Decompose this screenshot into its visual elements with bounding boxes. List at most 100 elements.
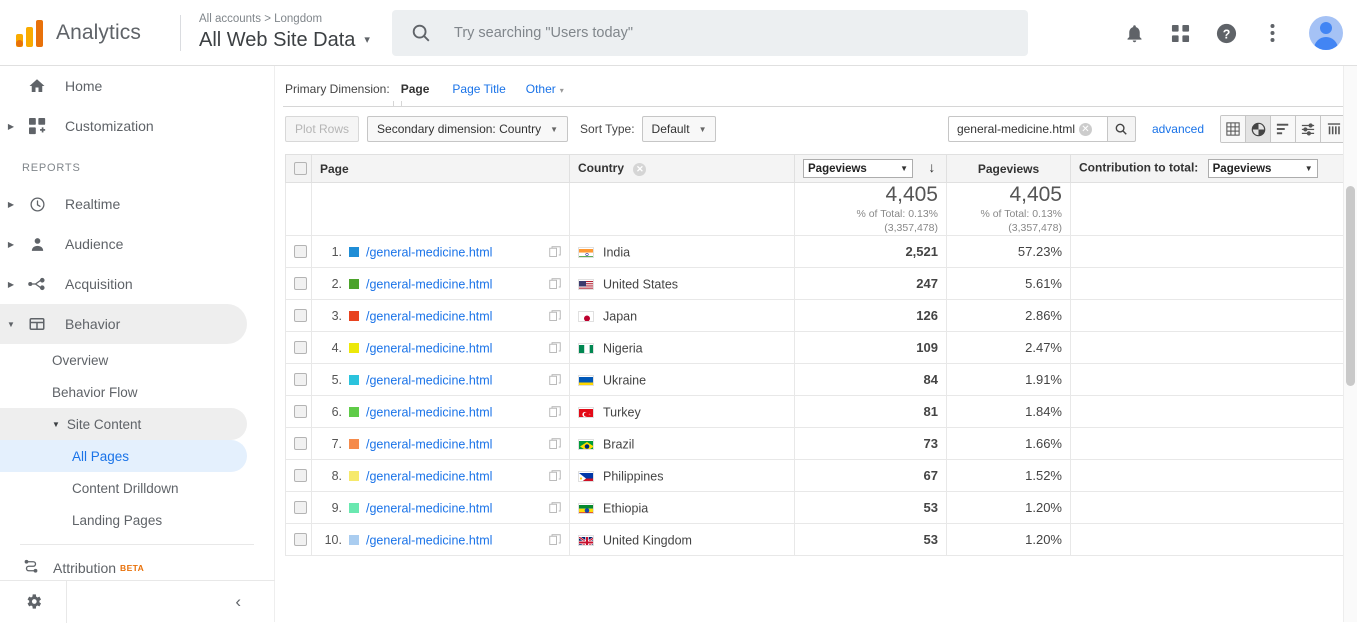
row-country-cell: United Kingdom	[570, 524, 795, 556]
notifications-bell-icon[interactable]	[1121, 20, 1147, 46]
sidebar-item-landing-pages[interactable]: Landing Pages	[0, 504, 247, 536]
dimension-tab-page[interactable]: Page	[398, 82, 433, 96]
row-checkbox[interactable]	[294, 309, 307, 322]
row-checkbox[interactable]	[294, 469, 307, 482]
table-row[interactable]: 4./general-medicine.htmlNigeria1092.47%	[286, 332, 1348, 364]
sidebar-item-all-pages[interactable]: All Pages	[0, 440, 247, 472]
row-pageviews-value: 73	[795, 428, 947, 460]
table-search-box[interactable]: ✕	[948, 116, 1108, 142]
open-page-icon[interactable]	[549, 438, 561, 450]
column-header-page[interactable]: Page	[312, 155, 570, 183]
row-page-link[interactable]: /general-medicine.html	[366, 277, 492, 291]
sort-descending-icon[interactable]: ↓	[928, 159, 935, 175]
more-options-icon[interactable]	[1259, 20, 1285, 46]
performance-view-icon[interactable]	[1271, 116, 1296, 142]
row-checkbox[interactable]	[294, 437, 307, 450]
sidebar-item-behavior-flow[interactable]: Behavior Flow	[0, 376, 247, 408]
row-color-swatch	[349, 439, 359, 449]
help-icon[interactable]: ?	[1213, 20, 1239, 46]
sidebar-item-acquisition[interactable]: ▶ Acquisition	[0, 264, 247, 304]
open-page-icon[interactable]	[549, 502, 561, 514]
flag-icon-japan	[578, 311, 594, 322]
row-page-link[interactable]: /general-medicine.html	[366, 341, 492, 355]
global-search[interactable]	[392, 10, 1028, 56]
open-page-icon[interactable]	[549, 374, 561, 386]
column-header-pageviews[interactable]: Pageviews	[947, 155, 1071, 183]
sort-type-label: Sort Type:	[580, 122, 634, 136]
collapse-chevron-icon[interactable]: ‹	[67, 592, 275, 612]
table-row[interactable]: 6./general-medicine.htmlTurkey811.84%	[286, 396, 1348, 428]
sidebar-item-overview[interactable]: Overview	[0, 344, 247, 376]
table-row[interactable]: 3./general-medicine.htmlJapan1262.86%	[286, 300, 1348, 332]
table-row[interactable]: 2./general-medicine.htmlUnited States247…	[286, 268, 1348, 300]
clear-search-icon[interactable]: ✕	[1079, 123, 1092, 136]
sidebar-item-realtime[interactable]: ▶ Realtime	[0, 184, 247, 224]
row-page-link[interactable]: /general-medicine.html	[366, 501, 492, 515]
search-input[interactable]	[452, 24, 992, 42]
apps-grid-icon[interactable]	[1167, 20, 1193, 46]
table-view-icon[interactable]	[1221, 116, 1246, 142]
property-title[interactable]: All Web Site Data ▾	[199, 27, 370, 53]
dimension-tab-page-title[interactable]: Page Title	[452, 82, 505, 96]
row-checkbox[interactable]	[294, 501, 307, 514]
row-checkbox[interactable]	[294, 341, 307, 354]
totals-page-cell	[312, 183, 570, 236]
open-page-icon[interactable]	[549, 534, 561, 546]
open-page-icon[interactable]	[549, 278, 561, 290]
open-page-icon[interactable]	[549, 470, 561, 482]
open-page-icon[interactable]	[549, 342, 561, 354]
row-page-link[interactable]: /general-medicine.html	[366, 469, 492, 483]
gear-icon[interactable]	[0, 581, 67, 623]
table-row[interactable]: 7./general-medicine.htmlBrazil731.66%	[286, 428, 1348, 460]
sidebar-item-behavior[interactable]: ▼ Behavior	[0, 304, 247, 344]
sidebar-item-site-content[interactable]: ▼ Site Content	[0, 408, 247, 440]
sidebar-item-home[interactable]: Home	[0, 66, 247, 106]
row-country-name: Japan	[603, 309, 637, 323]
select-all-checkbox[interactable]	[294, 162, 307, 175]
brand-name: Analytics	[56, 21, 141, 45]
secondary-dimension-button[interactable]: Secondary dimension: Country ▼	[367, 116, 568, 142]
open-page-icon[interactable]	[549, 246, 561, 258]
metric-select[interactable]: Pageviews ▼	[803, 159, 913, 178]
sidebar-label-overview: Overview	[52, 353, 108, 368]
page-scrollbar[interactable]	[1343, 66, 1357, 622]
row-page-link[interactable]: /general-medicine.html	[366, 437, 492, 451]
table-row[interactable]: 10./general-medicine.htmlUnited Kingdom5…	[286, 524, 1348, 556]
row-checkbox[interactable]	[294, 373, 307, 386]
row-page-link[interactable]: /general-medicine.html	[366, 405, 492, 419]
scrollbar-thumb[interactable]	[1346, 186, 1355, 386]
row-color-swatch	[349, 503, 359, 513]
pie-view-icon[interactable]	[1246, 116, 1271, 142]
sidebar-item-audience[interactable]: ▶ Audience	[0, 224, 247, 264]
comparison-view-icon[interactable]	[1296, 116, 1321, 142]
sidebar-item-customization[interactable]: ▶ Customization	[0, 106, 247, 146]
plot-rows-button[interactable]: Plot Rows	[285, 116, 359, 142]
row-checkbox[interactable]	[294, 277, 307, 290]
table-row[interactable]: 9./general-medicine.htmlEthiopia531.20%	[286, 492, 1348, 524]
remove-secondary-dimension-icon[interactable]: ✕	[633, 163, 646, 176]
advanced-link[interactable]: advanced	[1152, 122, 1204, 136]
row-color-swatch	[349, 343, 359, 353]
table-row[interactable]: 5./general-medicine.htmlUkraine841.91%	[286, 364, 1348, 396]
column-header-country[interactable]: Country ✕	[570, 155, 795, 183]
row-page-link[interactable]: /general-medicine.html	[366, 373, 492, 387]
table-search-button[interactable]	[1108, 116, 1136, 142]
table-row[interactable]: 1./general-medicine.htmlIndia2,52157.23%	[286, 236, 1348, 268]
row-checkbox[interactable]	[294, 533, 307, 546]
sidebar-item-content-drilldown[interactable]: Content Drilldown	[0, 472, 247, 504]
row-pageviews-value: 109	[795, 332, 947, 364]
dimension-tab-other[interactable]: Other▾	[526, 82, 564, 96]
table-search-input[interactable]	[955, 121, 1079, 137]
row-checkbox[interactable]	[294, 245, 307, 258]
open-page-icon[interactable]	[549, 406, 561, 418]
row-page-link[interactable]: /general-medicine.html	[366, 533, 492, 547]
open-page-icon[interactable]	[549, 310, 561, 322]
table-row[interactable]: 8./general-medicine.htmlPhilippines671.5…	[286, 460, 1348, 492]
avatar[interactable]	[1309, 16, 1343, 50]
row-page-link[interactable]: /general-medicine.html	[366, 309, 492, 323]
sort-type-button[interactable]: Default ▼	[642, 116, 717, 142]
row-checkbox[interactable]	[294, 405, 307, 418]
account-selector[interactable]: All accounts > Longdom All Web Site Data…	[199, 12, 370, 53]
contribution-select[interactable]: Pageviews ▼	[1208, 159, 1318, 178]
row-page-link[interactable]: /general-medicine.html	[366, 245, 492, 259]
